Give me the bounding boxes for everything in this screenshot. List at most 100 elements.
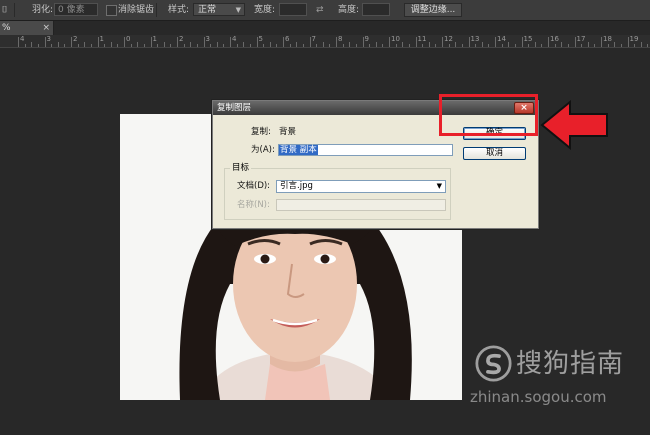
ruler-minor-tick <box>37 44 39 47</box>
refine-edge-button[interactable]: 调整边缘... <box>404 3 462 17</box>
ruler-minor-tick <box>435 44 437 47</box>
antialias-label: 消除锯齿 <box>118 5 155 15</box>
ruler-minor-tick <box>210 44 212 47</box>
ruler-tick <box>97 37 99 47</box>
ruler-tick <box>415 37 417 47</box>
antialias-checkbox[interactable] <box>106 5 117 16</box>
horizontal-ruler: 4 3 2 1 0 1 2 3 4 5 6 7 8 9 10 11 12 13 14 15 16 17 18 19 <box>0 35 650 48</box>
document-label: 文档(D): <box>237 181 271 191</box>
ruler-minor-tick <box>514 44 516 47</box>
ruler-number: 2 <box>73 35 78 43</box>
ruler-minor-tick <box>614 42 616 47</box>
ruler-number: 1 <box>152 35 157 43</box>
highlight-box <box>439 94 538 136</box>
height-input[interactable] <box>362 3 390 16</box>
target-group-label: 目标 <box>230 163 252 173</box>
ruler-minor-tick <box>77 44 79 47</box>
document-tab[interactable]: %(RGB/8#) × <box>0 21 54 47</box>
ruler-tick <box>548 37 549 47</box>
ruler-minor-tick <box>263 44 265 47</box>
duplicate-label: 复制: <box>251 127 271 137</box>
ruler-tick <box>468 37 470 47</box>
sogou-logo-icon <box>475 345 512 382</box>
ruler-minor-tick <box>375 42 377 47</box>
ruler-tick <box>495 37 496 47</box>
divider <box>14 3 15 17</box>
width-input[interactable] <box>279 3 307 16</box>
options-bar: ⌷ 羽化: 0 像素 消除锯齿 样式: 正常 ▼ 宽度: ⇄ 高度: 调整边缘.… <box>0 0 650 21</box>
ruler-minor-tick <box>269 42 271 47</box>
ruler-number: 11 <box>417 35 427 43</box>
cancel-button[interactable]: 取消 <box>463 147 526 160</box>
ruler-minor-tick <box>104 44 106 47</box>
ruler-tick <box>150 37 152 47</box>
ruler-number: 9 <box>364 35 369 43</box>
feather-label: 羽化: <box>32 5 54 15</box>
height-label: 高度: <box>338 5 360 15</box>
ruler-minor-tick <box>31 42 33 47</box>
ruler-tick <box>230 37 231 47</box>
ruler-minor-tick <box>322 42 324 47</box>
ruler-minor-tick <box>223 44 225 47</box>
ruler-minor-tick <box>137 42 139 47</box>
document-select-value: 引言.jpg <box>280 181 313 191</box>
layer-name-value: 背景 副本 <box>279 145 318 155</box>
ruler-minor-tick <box>143 44 145 47</box>
ruler-minor-tick <box>561 42 563 47</box>
ruler-number: 4 <box>232 35 237 43</box>
width-label: 宽度: <box>254 5 276 15</box>
ruler-minor-tick <box>302 44 304 47</box>
ruler-minor-tick <box>342 44 344 47</box>
ruler-minor-tick <box>408 44 410 47</box>
ruler-tick <box>177 37 178 47</box>
ruler-minor-tick <box>243 42 245 47</box>
duplicate-value: 背景 <box>279 127 297 137</box>
name-label: 名称(N): <box>237 200 270 210</box>
ruler-tick <box>574 37 576 47</box>
swap-icon[interactable]: ⇄ <box>316 3 324 17</box>
ruler-number: 17 <box>576 35 586 43</box>
ruler-minor-tick <box>117 44 119 47</box>
ruler-minor-tick <box>395 44 397 47</box>
feather-input[interactable]: 0 像素 <box>54 3 98 16</box>
ruler-minor-tick <box>276 44 278 47</box>
ruler-minor-tick <box>607 44 609 47</box>
ruler-number: 8 <box>338 35 343 43</box>
ruler-minor-tick <box>64 44 66 47</box>
ruler-minor-tick <box>170 44 172 47</box>
ruler-number: 3 <box>205 35 210 43</box>
close-icon[interactable]: × <box>42 21 50 35</box>
ruler-minor-tick <box>488 44 490 47</box>
ruler-minor-tick <box>329 44 331 47</box>
ruler-minor-tick <box>289 44 291 47</box>
dialog-title: 复制图层 <box>217 103 252 113</box>
ruler-tick <box>256 37 258 47</box>
ruler-minor-tick <box>157 44 159 47</box>
ruler-number: 12 <box>444 35 453 43</box>
chevron-down-icon: ▼ <box>235 6 241 14</box>
ruler-minor-tick <box>316 44 318 47</box>
layer-name-input[interactable]: 背景 副本 <box>278 144 453 156</box>
ruler-number: 7 <box>311 35 316 43</box>
document-select[interactable]: 引言.jpg ▼ <box>276 180 446 193</box>
ruler-number: 18 <box>603 35 612 43</box>
ruler-number: 2 <box>179 35 184 43</box>
style-select-value: 正常 <box>198 5 217 15</box>
ruler-minor-tick <box>481 42 483 47</box>
ruler-minor-tick <box>428 42 430 47</box>
ruler-minor-tick <box>163 42 165 47</box>
ruler-tick <box>18 37 19 47</box>
ruler-number: 19 <box>629 35 639 43</box>
ruler-minor-tick <box>534 42 536 47</box>
ruler-number: 1 <box>99 35 104 43</box>
watermark-url: zhinan.sogou.com <box>470 388 607 406</box>
ruler-tick <box>283 37 284 47</box>
watermark-brand: 搜狗指南 <box>516 349 625 379</box>
ruler-tick <box>442 37 443 47</box>
style-select[interactable]: 正常 ▼ <box>193 3 245 16</box>
ruler-minor-tick <box>554 44 556 47</box>
ruler-minor-tick <box>640 42 642 47</box>
ruler-minor-tick <box>581 44 583 47</box>
marquee-tool-icon[interactable]: ⌷ <box>2 3 7 17</box>
ruler-minor-tick <box>196 44 198 47</box>
